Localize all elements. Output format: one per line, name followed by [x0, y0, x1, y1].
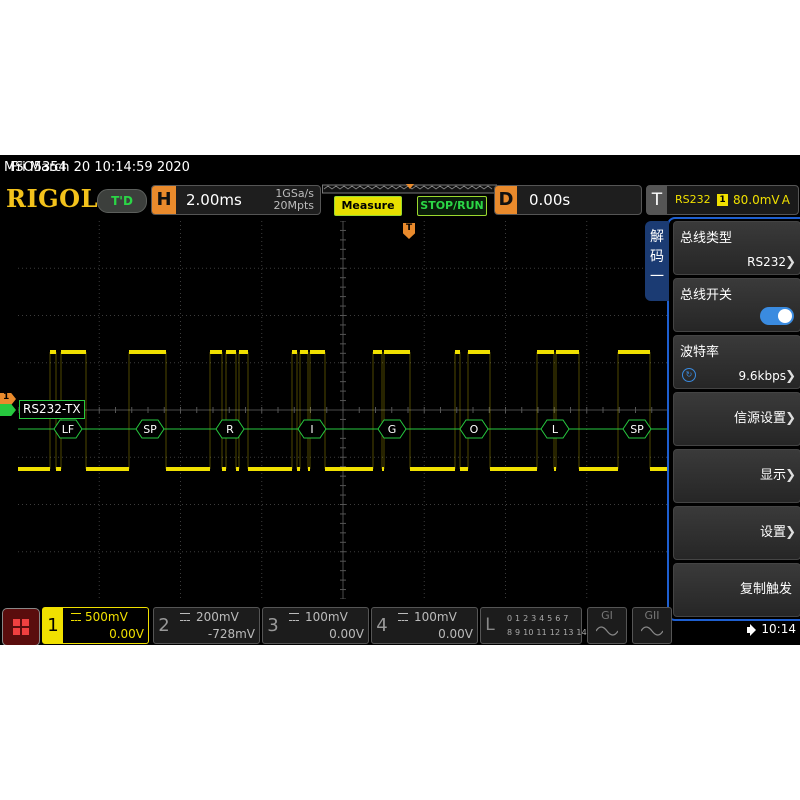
channel-3-scale: 100mV [305, 610, 348, 624]
menu-bus-switch[interactable]: 总线开关 [673, 278, 800, 332]
baud-rate-label: 波特率 [680, 345, 720, 360]
generator-1-box[interactable]: GI [587, 607, 627, 644]
bus-type-label: 总线类型 [680, 231, 733, 246]
logic-row-1: 0 1 2 3 4 5 6 7 [507, 614, 569, 623]
timebase-value: 2.00ms [186, 191, 242, 209]
delay-letter: D [495, 186, 517, 214]
chevron-right-icon: ❯ [785, 468, 796, 483]
tab-char-3: 一 [650, 269, 664, 285]
decode-side-menu: 解 码 一 总线类型 RS232 ❯ 总线开关 波特率 ↻ 9.6kbps ❯ … [643, 215, 800, 621]
system-clock: 10:14 [747, 622, 796, 636]
channel-4-number: 4 [376, 615, 388, 636]
menu-bus-type[interactable]: 总线类型 RS232 ❯ [673, 221, 800, 275]
channel-1-scale: 500mV [85, 610, 128, 624]
source-settings-label: 信源设置 [733, 411, 786, 426]
setup-label: 设置 [759, 525, 786, 540]
menu-baud-rate[interactable]: 波特率 ↻ 9.6kbps ❯ [673, 335, 800, 389]
bus-switch-toggle[interactable] [760, 307, 794, 325]
memory-position-bar[interactable] [322, 184, 497, 194]
sample-info: 1GSa/s 20Mpts [273, 188, 314, 212]
menu-setup[interactable]: 设置 ❯ [673, 506, 800, 560]
trigger-box[interactable]: T RS232 1 80.0mV A [646, 185, 799, 215]
sine-wave-icon [596, 626, 618, 636]
generator-1-label: GI [601, 609, 613, 622]
channel-4-box[interactable]: 4 100mV 0.00V [371, 607, 478, 644]
decode-frame-label: G [388, 423, 397, 436]
channel-1-offset: 0.00V [109, 627, 144, 641]
logic-analyzer-box[interactable]: L 0 1 2 3 4 5 6 7 8 9 10 11 12 13 14 15 [480, 607, 600, 644]
horizontal-timebase-box[interactable]: H 2.00ms 1GSa/s 20Mpts [151, 185, 321, 215]
oscilloscope-screen: MSO5354 Fri March 20 10:14:59 2020 RIGOL… [0, 155, 800, 645]
memory-depth: 20Mpts [273, 199, 314, 212]
chevron-right-icon: ❯ [785, 369, 796, 384]
channel-3-number: 3 [267, 615, 279, 636]
dc-coupling-icon [289, 613, 299, 621]
multipurpose-knob-icon: ↻ [682, 368, 696, 382]
generator-2-box[interactable]: GII [632, 607, 672, 644]
side-menu-tab[interactable]: 解 码 一 [645, 221, 669, 301]
display-label: 显示 [759, 468, 786, 483]
tab-char-1: 解 [650, 229, 664, 245]
bus-label: RS232-TX [19, 400, 85, 419]
channel-4-scale: 100mV [414, 610, 457, 624]
status-line: MSO5354 Fri March 20 10:14:59 2020 [0, 155, 800, 180]
dc-coupling-icon [71, 613, 81, 621]
tab-char-2: 码 [650, 249, 664, 265]
trigger-mode: A [781, 193, 790, 207]
chevron-right-icon: ❯ [785, 525, 796, 540]
decode-frame-label: SP [143, 423, 157, 436]
channel-2-scale: 200mV [196, 610, 239, 624]
decode-frame-label: O [470, 423, 479, 436]
trigger-channel-badge: 1 [717, 194, 728, 206]
stop-run-button[interactable]: STOP/RUN [417, 196, 487, 216]
channel-1-box[interactable]: 1 500mV 0.00V [42, 607, 149, 644]
trigger-source: RS232 [675, 193, 711, 206]
baud-rate-value: 9.6kbps [738, 369, 786, 383]
speaker-mute-icon[interactable] [747, 623, 757, 636]
sine-wave-icon [641, 626, 663, 636]
dc-coupling-icon [398, 613, 408, 621]
decode-frame-label: R [226, 423, 234, 436]
generator-2-label: GII [644, 609, 660, 622]
trigger-status-pill[interactable]: T'D [97, 189, 147, 213]
delay-box[interactable]: D 0.00s [494, 185, 642, 215]
decode-frame-label: LF [62, 423, 74, 436]
trigger-level: 80.0mV [733, 193, 780, 207]
chevron-right-icon: ❯ [785, 411, 796, 426]
decode-frame-label: L [552, 423, 559, 436]
trigger-position-letter: T [406, 223, 413, 233]
channel-2-number: 2 [158, 615, 170, 636]
bus-switch-label: 总线开关 [680, 288, 733, 303]
horizontal-letter: H [152, 186, 176, 214]
channel-3-box[interactable]: 3 100mV 0.00V [262, 607, 369, 644]
channel-1-number: 1 [43, 608, 63, 643]
clock-time: 10:14 [761, 622, 796, 636]
bus-marker[interactable] [0, 404, 16, 416]
trigger-letter: T [647, 186, 667, 214]
decode-frame-label: I [310, 423, 313, 436]
measure-button[interactable]: Measure [334, 196, 402, 216]
menu-display[interactable]: 显示 ❯ [673, 449, 800, 503]
menu-source-settings[interactable]: 信源设置 ❯ [673, 392, 800, 446]
ground-marker-label: 1 [3, 392, 10, 402]
delay-value: 0.00s [529, 191, 571, 209]
header-bar: RIGOL T'D H 2.00ms 1GSa/s 20Mpts Measure… [0, 182, 800, 216]
bus-type-value: RS232 [747, 255, 786, 269]
channel-3-offset: 0.00V [329, 627, 364, 641]
graticule-ticks [18, 221, 668, 599]
model-name: MSO5354 [4, 160, 67, 175]
waveform-display[interactable]: LF SP R I G O L SP [18, 221, 668, 599]
rigol-logo: RIGOL [6, 184, 98, 213]
channel-2-box[interactable]: 2 200mV -728mV [153, 607, 260, 644]
channel-4-offset: 0.00V [438, 627, 473, 641]
channel-2-offset: -728mV [207, 627, 255, 641]
logic-letter: L [485, 615, 495, 635]
dc-coupling-icon [180, 613, 190, 621]
main-menu-button[interactable] [2, 608, 40, 645]
bottom-bar: 1 500mV 0.00V 2 200mV -728mV 3 100mV 0.0… [0, 603, 800, 645]
chevron-right-icon: ❯ [785, 255, 796, 270]
